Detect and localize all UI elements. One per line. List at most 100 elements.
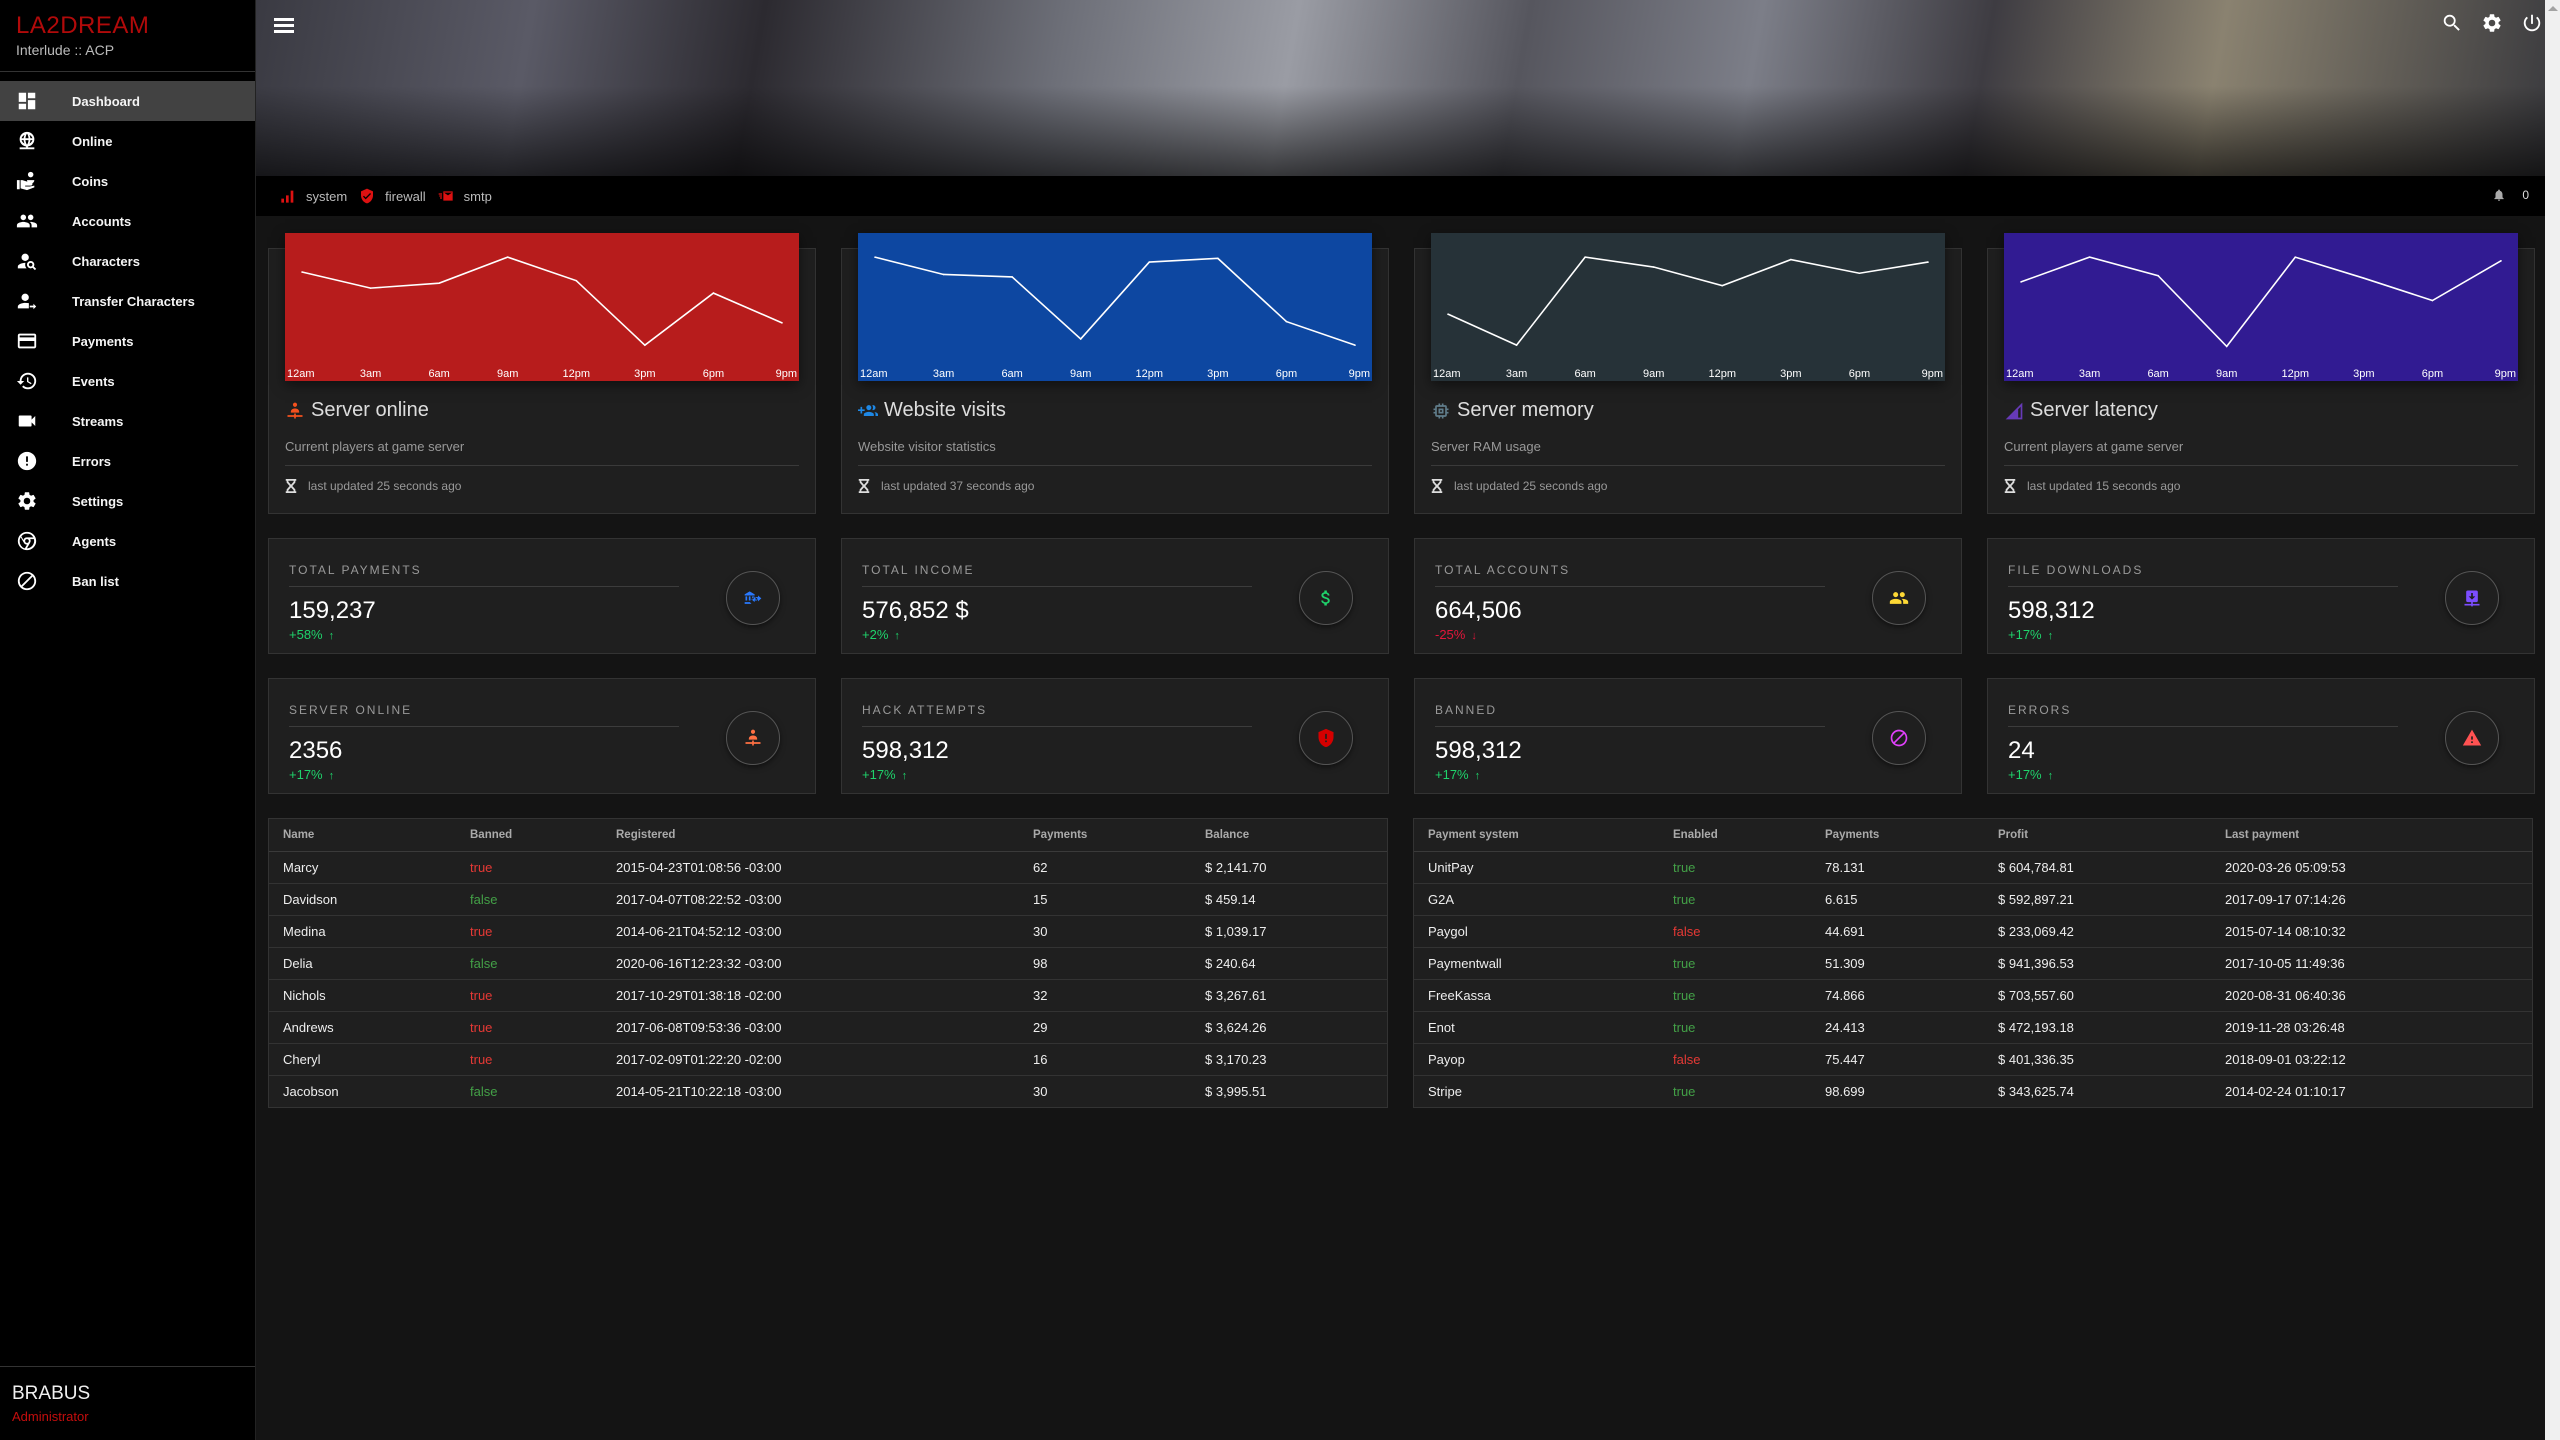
- bell-icon: [2494, 189, 2504, 201]
- scroll-up-arrow-icon[interactable]: [2548, 6, 2558, 11]
- cell-balance: $ 3,624.26: [1191, 1011, 1387, 1044]
- sidebar-item-coins[interactable]: Coins: [0, 161, 255, 201]
- cell-payments: 32: [1019, 979, 1191, 1012]
- column-header-profit[interactable]: Profit: [1984, 819, 2211, 852]
- column-header-name[interactable]: Name: [269, 819, 456, 852]
- x-tick-label: 12am: [287, 368, 315, 380]
- sidebar-item-characters[interactable]: Characters: [0, 241, 255, 281]
- x-tick-label: 3pm: [1207, 368, 1228, 380]
- table-row[interactable]: Cheryl true 2017-02-09T01:22:20 -02:00 16 $ …: [269, 1043, 1387, 1076]
- sidebar-item-payments[interactable]: Payments: [0, 321, 255, 361]
- search-button[interactable]: [2439, 10, 2465, 36]
- person-network-icon: [745, 729, 761, 746]
- sidebar-item-accounts[interactable]: Accounts: [0, 201, 255, 241]
- menu-toggle-button[interactable]: [274, 18, 294, 34]
- chart-card-website-visits: 12am 3am 6am 9am 12pm 3pm 6pm 9pm Website visits…: [841, 233, 1389, 514]
- mail-fast-icon: [438, 191, 453, 201]
- column-header-payment-system[interactable]: Payment system: [1414, 819, 1659, 852]
- column-header-payments[interactable]: Payments: [1019, 819, 1191, 852]
- stat-icon-badge: [2445, 571, 2499, 625]
- table-row[interactable]: Medina true 2014-06-21T04:52:12 -03:00 30 $ …: [269, 915, 1387, 948]
- x-tick-label: 12am: [860, 368, 888, 380]
- cell-enabled: true: [1659, 1011, 1811, 1044]
- sidebar-item-transfer-characters[interactable]: Transfer Characters: [0, 281, 255, 321]
- cell-profit: $ 472,193.18: [1984, 1011, 2211, 1044]
- data-point: [2500, 260, 2502, 262]
- table-row[interactable]: Paymentwall true 51.309 $ 941,396.53 2017-10…: [1414, 947, 2532, 980]
- table-row[interactable]: FreeKassa true 74.866 $ 703,557.60 2020-08-3…: [1414, 979, 2532, 1012]
- sidebar-item-errors[interactable]: Errors: [0, 441, 255, 481]
- logout-button[interactable]: [2519, 10, 2545, 36]
- column-header-enabled[interactable]: Enabled: [1659, 819, 1811, 852]
- data-point: [1790, 258, 1792, 261]
- cell-registered: 2014-06-21T04:52:12 -03:00: [602, 915, 1019, 948]
- cell-balance: $ 459.14: [1191, 883, 1387, 916]
- sidebar-item-settings[interactable]: Settings: [0, 481, 255, 521]
- column-header-last-payment[interactable]: Last payment: [2211, 819, 2532, 852]
- column-header-payments[interactable]: Payments: [1811, 819, 1984, 852]
- cell-name: Delia: [269, 947, 456, 980]
- stat-value: 159,237: [289, 597, 376, 624]
- data-point: [1447, 313, 1449, 315]
- trend-value: +58%: [289, 627, 323, 642]
- cell-payments: 98: [1019, 947, 1191, 980]
- table-row[interactable]: Nichols true 2017-10-29T01:38:18 -02:00 32 $…: [269, 979, 1387, 1012]
- chrome-icon: [17, 531, 37, 551]
- stat-icon-badge: [1872, 571, 1926, 625]
- sidebar-item-ban-list[interactable]: Ban list: [0, 561, 255, 601]
- stat-icon-badge: [1299, 571, 1353, 625]
- cell-name: Jacobson: [283, 1083, 339, 1099]
- data-point: [1217, 257, 1219, 260]
- stat-value: 598,312: [2008, 597, 2095, 624]
- sidebar-item-streams[interactable]: Streams: [0, 401, 255, 441]
- table-row[interactable]: Paygol false 44.691 $ 233,069.42 2015-07-14 …: [1414, 915, 2532, 948]
- stat-card-banned: BANNED 598,312 +17% ↑: [1414, 678, 1962, 794]
- trend-value: +17%: [289, 767, 323, 782]
- status-system[interactable]: system: [280, 188, 347, 204]
- table-row[interactable]: Delia false 2020-06-16T12:23:32 -03:00 98 $ …: [269, 947, 1387, 980]
- status-smtp[interactable]: smtp: [438, 188, 492, 204]
- table-row[interactable]: Marcy true 2015-04-23T01:08:56 -03:00 62 $ 2…: [269, 851, 1387, 884]
- cell-enabled: true: [1659, 851, 1811, 884]
- cell-payments: 74.866: [1811, 979, 1984, 1012]
- cell-payments: 30: [1033, 1083, 1048, 1099]
- coins-hand-icon: [16, 170, 38, 192]
- column-header-balance[interactable]: Balance: [1191, 819, 1387, 852]
- data-point: [942, 273, 945, 276]
- table-row[interactable]: Jacobson false 2014-05-21T10:22:18 -03:00 3…: [269, 1075, 1387, 1107]
- data-point: [301, 271, 303, 273]
- header-actions: [2439, 10, 2545, 36]
- sidebar-item-agents[interactable]: Agents: [0, 521, 255, 561]
- table-row[interactable]: Davidson false 2017-04-07T08:22:52 -03:00 1…: [269, 883, 1387, 916]
- table-row[interactable]: Payop false 75.447 $ 401,336.35 2018-09-01 0…: [1414, 1043, 2532, 1076]
- sidebar-item-dashboard[interactable]: Dashboard: [0, 81, 255, 121]
- sidebar-item-online[interactable]: Online: [0, 121, 255, 161]
- column-header-banned[interactable]: Banned: [456, 819, 602, 852]
- sidebar-item-events[interactable]: Events: [0, 361, 255, 401]
- status-firewall[interactable]: firewall: [359, 188, 426, 204]
- brand-title: LA2DREAM: [16, 12, 150, 39]
- cell-name: Nichols: [269, 979, 456, 1012]
- notifications[interactable]: 0: [2492, 188, 2529, 202]
- table-row[interactable]: Stripe true 98.699 $ 343,625.74 2014-02-24 0…: [1414, 1075, 2532, 1107]
- page-scrollbar[interactable]: [2545, 0, 2560, 1440]
- people-icon: [16, 214, 38, 228]
- table-row[interactable]: Andrews true 2017-06-08T09:53:36 -03:00 29 $…: [269, 1011, 1387, 1044]
- x-tick-label: 12am: [1433, 368, 1461, 380]
- cell-payments: 24.413: [1811, 1011, 1984, 1044]
- cell-balance: $ 2,141.70: [1191, 851, 1387, 884]
- bank-transfer-icon: [744, 591, 762, 604]
- x-tick-label: 12pm: [1136, 368, 1164, 380]
- column-header-registered[interactable]: Registered: [602, 819, 1019, 852]
- settings-button[interactable]: [2479, 10, 2505, 36]
- sidebar-item-label: Agents: [72, 533, 117, 549]
- chart-footer: last updated 25 seconds ago: [285, 479, 461, 493]
- table-row[interactable]: G2A true 6.615 $ 592,897.21 2017-09-17 07:14…: [1414, 883, 2532, 916]
- hamburger-icon: [274, 18, 294, 21]
- table-row[interactable]: Enot true 24.413 $ 472,193.18 2019-11-28 03:…: [1414, 1011, 2532, 1044]
- divider: [289, 726, 679, 727]
- person-search-icon: [16, 250, 38, 272]
- stat-trend: -25% ↓: [1435, 627, 1477, 642]
- cell-payments: 75.447: [1811, 1043, 1984, 1076]
- table-row[interactable]: UnitPay true 78.131 $ 604,784.81 2020-03-26 …: [1414, 851, 2532, 884]
